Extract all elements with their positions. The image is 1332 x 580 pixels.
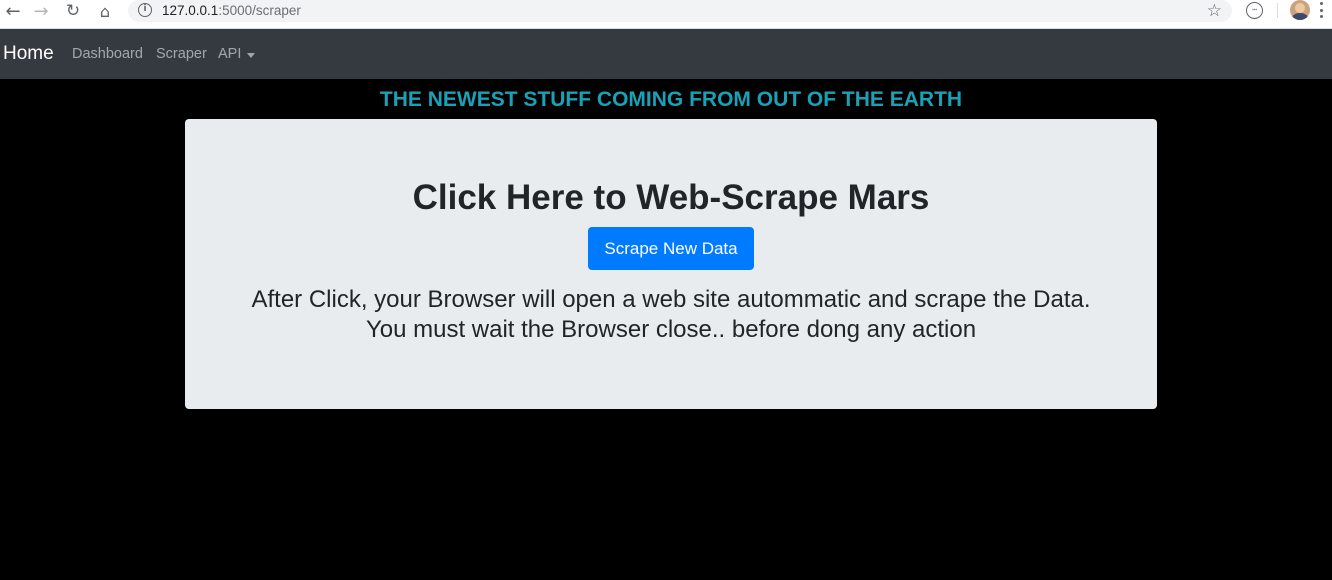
reload-icon[interactable]: ↻ bbox=[60, 0, 86, 22]
url-host: 127.0.0.1 bbox=[162, 3, 219, 18]
info-icon[interactable]: i bbox=[138, 3, 152, 17]
scrape-new-data-button[interactable]: Scrape New Data bbox=[588, 227, 754, 270]
menu-kebab-icon[interactable] bbox=[1320, 2, 1324, 18]
url-text[interactable]: 127.0.0.1:5000/scraper bbox=[162, 3, 301, 18]
nav-link-dashboard[interactable]: Dashboard bbox=[72, 46, 143, 62]
description-line-2: You must wait the Browser close.. before… bbox=[365, 316, 977, 343]
caret-down-icon[interactable] bbox=[247, 53, 255, 58]
back-arrow-icon[interactable]: ← bbox=[0, 0, 26, 22]
address-bar[interactable]: i 127.0.0.1:5000/scraper ☆ bbox=[128, 0, 1232, 22]
home-icon[interactable]: ⌂ bbox=[92, 0, 118, 22]
browser-toolbar: ← → ↻ ⌂ i 127.0.0.1:5000/scraper ☆ ⋯ bbox=[0, 0, 1332, 29]
nav-link-scraper[interactable]: Scraper bbox=[156, 46, 207, 62]
jumbotron-title: Click Here to Web-Scrape Mars bbox=[412, 178, 930, 217]
jumbotron: Click Here to Web-Scrape Mars Scrape New… bbox=[185, 119, 1157, 409]
toolbar-divider bbox=[1277, 3, 1278, 18]
jumbotron-description: After Click, your Browser will open a we… bbox=[185, 285, 1157, 345]
url-path: :5000/scraper bbox=[218, 3, 301, 18]
navbar-brand-home[interactable]: Home bbox=[3, 43, 54, 65]
avatar[interactable] bbox=[1290, 0, 1310, 20]
description-line-1: After Click, your Browser will open a we… bbox=[251, 286, 1091, 313]
nav-link-api-dropdown[interactable]: API bbox=[218, 46, 241, 62]
extension-icon[interactable]: ⋯ bbox=[1246, 2, 1263, 19]
page-headline: THE NEWEST STUFF COMING FROM OUT OF THE … bbox=[379, 88, 963, 111]
navbar: Home Dashboard Scraper API bbox=[0, 29, 1332, 79]
forward-arrow-icon[interactable]: → bbox=[28, 0, 54, 22]
star-icon[interactable]: ☆ bbox=[1207, 1, 1222, 21]
